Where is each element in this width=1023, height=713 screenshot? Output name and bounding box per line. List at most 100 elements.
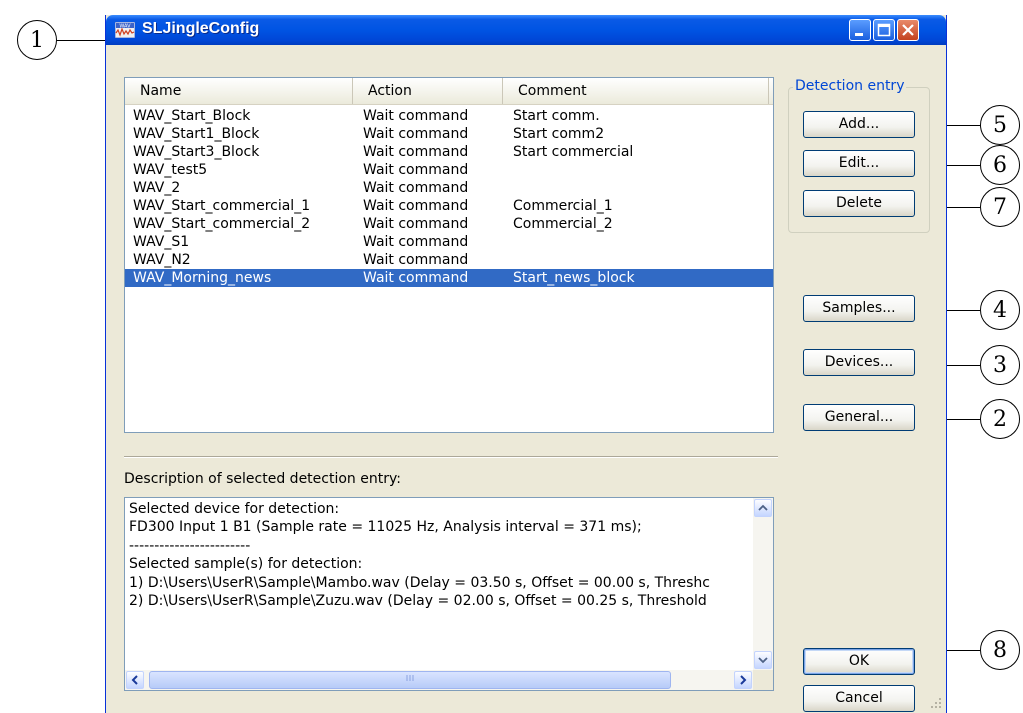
callout-2: 2 — [980, 399, 1020, 439]
description-textbox[interactable]: Selected device for detection: FD300 Inpu… — [124, 497, 774, 691]
list-cell-name: WAV_test5 — [133, 162, 208, 178]
list-cell-comment: Commercial_1 — [513, 198, 613, 214]
description-line: 1) D:\Users\UserR\Sample\Mambo.wav (Dela… — [129, 574, 710, 591]
minimize-button[interactable] — [849, 19, 871, 41]
callout-6: 6 — [980, 145, 1020, 185]
callout-number: 7 — [993, 194, 1007, 220]
list-cell-action: Wait command — [363, 198, 469, 214]
column-header-comment[interactable]: Comment — [503, 78, 769, 104]
list-cell-name: WAV_Morning_news — [133, 270, 272, 286]
chevron-up-icon — [758, 504, 768, 511]
list-cell-name: WAV_2 — [133, 180, 181, 196]
list-cell-action: Wait command — [363, 144, 469, 160]
callout-number: 2 — [993, 406, 1007, 432]
callout-8: 8 — [980, 630, 1020, 670]
column-header-name[interactable]: Name — [125, 78, 353, 104]
list-row[interactable]: WAV_Start1_Block Wait command Start comm2 — [125, 125, 773, 143]
list-row[interactable]: WAV_N2 Wait command — [125, 251, 773, 269]
description-line: Selected sample(s) for detection: — [129, 556, 363, 573]
maximize-button[interactable] — [873, 19, 895, 41]
list-cell-name: WAV_Start_commercial_2 — [133, 216, 311, 232]
close-icon — [902, 24, 914, 36]
list-cell-action: Wait command — [363, 180, 469, 196]
list-cell-action: Wait command — [363, 216, 469, 232]
list-row[interactable]: WAV_Start_commercial_2 Wait command Commer… — [125, 215, 773, 233]
callout-number: 3 — [993, 352, 1007, 378]
devices-button[interactable]: Devices... — [803, 349, 915, 376]
callout-7: 7 — [980, 187, 1020, 227]
list-row[interactable]: WAV_test5 Wait command — [125, 161, 773, 179]
callout-number: 6 — [993, 152, 1007, 178]
list-cell-name: WAV_Start3_Block — [133, 144, 260, 160]
callout-number: 5 — [993, 112, 1007, 138]
detection-entries-list[interactable]: Name Action Comment WAV_Start_Block Wait … — [124, 77, 774, 433]
scroll-up-button[interactable] — [754, 499, 772, 517]
callout-number: 1 — [30, 27, 44, 53]
cancel-button[interactable]: Cancel — [803, 685, 915, 712]
list-cell-action: Wait command — [363, 108, 469, 124]
list-cell-name: WAV_Start_commercial_1 — [133, 198, 311, 214]
list-cell-comment: Start comm. — [513, 108, 600, 124]
description-line: Selected device for detection: — [129, 501, 340, 517]
callout-4: 4 — [980, 290, 1020, 330]
list-row[interactable]: WAV_Start_Block Wait command Start comm. — [125, 107, 773, 125]
horizontal-scroll-thumb[interactable] — [149, 671, 671, 689]
list-row[interactable]: WAV_2 Wait command — [125, 179, 773, 197]
list-row[interactable]: WAV_Start_commercial_1 Wait command Commer… — [125, 197, 773, 215]
ok-button[interactable]: OK — [803, 648, 915, 675]
minimize-icon — [855, 33, 863, 36]
description-text: Selected device for detection: FD300 Inpu… — [129, 500, 749, 670]
list-row[interactable]: WAV_Start3_Block Wait command Start commer… — [125, 143, 773, 161]
scroll-right-button[interactable] — [734, 671, 752, 689]
list-cell-action: Wait command — [363, 126, 469, 142]
list-cell-action: Wait command — [363, 162, 469, 178]
list-header: Name Action Comment — [125, 78, 773, 105]
samples-button[interactable]: Samples... — [803, 295, 915, 322]
callout-3: 3 — [980, 345, 1020, 385]
description-label: Description of selected detection entry: — [124, 471, 401, 487]
list-cell-name: WAV_S1 — [133, 234, 190, 250]
general-button[interactable]: General... — [803, 404, 915, 431]
scroll-corner — [753, 670, 773, 690]
chevron-right-icon — [740, 675, 747, 685]
callout-number: 8 — [993, 637, 1007, 663]
callout-5: 5 — [980, 105, 1020, 145]
add-button[interactable]: Add... — [803, 111, 915, 138]
list-cell-name: WAV_Start_Block — [133, 108, 251, 124]
list-cell-action: Wait command — [363, 270, 469, 286]
list-cell-comment: Start_news_block — [513, 270, 635, 286]
horizontal-scrollbar[interactable] — [125, 670, 753, 690]
maximize-icon — [877, 23, 891, 37]
window-title: SLJingleConfig — [142, 20, 260, 37]
list-cell-name: WAV_Start1_Block — [133, 126, 260, 142]
callout-number: 4 — [993, 297, 1007, 323]
close-button[interactable] — [897, 19, 919, 41]
description-line: ------------------------ — [129, 537, 251, 554]
delete-button[interactable]: Delete — [803, 190, 915, 217]
vertical-scrollbar[interactable] — [753, 498, 773, 670]
grip-icon — [406, 675, 414, 681]
column-header-action[interactable]: Action — [353, 78, 503, 104]
scroll-left-button[interactable] — [126, 671, 144, 689]
svg-text:WAV: WAV — [119, 24, 131, 30]
list-row[interactable]: WAV_S1 Wait command — [125, 233, 773, 251]
sljingleconfig-window: WAV SLJingleConfig Name Action Comment W… — [105, 15, 947, 713]
list-cell-action: Wait command — [363, 234, 469, 250]
detection-entry-group-title: Detection entry — [793, 78, 907, 94]
chevron-down-icon — [758, 657, 768, 664]
list-cell-action: Wait command — [363, 252, 469, 268]
callout-1: 1 — [17, 20, 57, 60]
chevron-left-icon — [131, 675, 138, 685]
list-body: WAV_Start_Block Wait command Start comm. WA… — [125, 107, 773, 287]
list-cell-comment: Commercial_2 — [513, 216, 613, 232]
edit-button[interactable]: Edit... — [803, 150, 915, 177]
list-cell-comment: Start commercial — [513, 144, 634, 160]
description-line: 2) D:\Users\UserR\Sample\Zuzu.wav (Delay… — [129, 593, 707, 610]
list-row[interactable]: WAV_Morning_news Wait command Start_news_b… — [125, 269, 773, 287]
resize-grip-icon[interactable] — [930, 697, 942, 709]
description-line: FD300 Input 1 B1 (Sample rate = 11025 Hz… — [129, 519, 642, 536]
list-cell-name: WAV_N2 — [133, 252, 191, 268]
wav-app-icon: WAV — [115, 22, 135, 38]
title-bar[interactable]: WAV SLJingleConfig — [106, 15, 946, 45]
scroll-down-button[interactable] — [754, 651, 772, 669]
